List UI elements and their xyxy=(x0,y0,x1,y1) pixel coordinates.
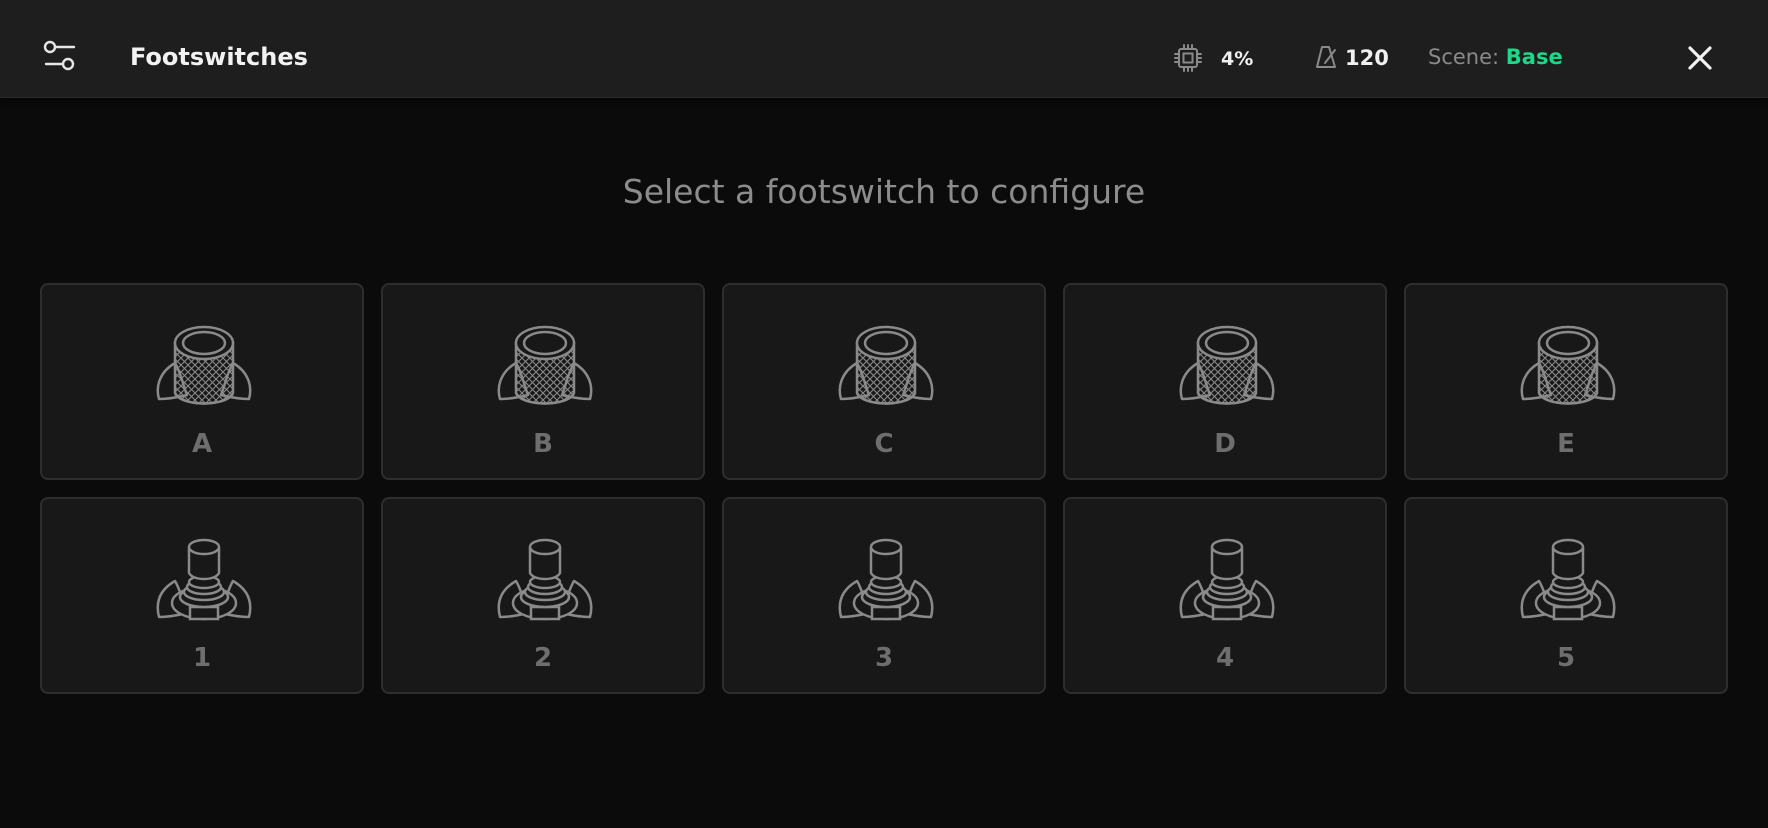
footswitch-label: D xyxy=(1214,429,1236,459)
footswitch-card-d[interactable]: D xyxy=(1063,283,1387,480)
knurled-footswitch-icon xyxy=(153,323,255,413)
knurled-footswitch-icon xyxy=(494,323,596,413)
cpu-usage-value: 4% xyxy=(1221,48,1254,70)
footswitch-card-c[interactable]: C xyxy=(722,283,1046,480)
instruction-text: Select a footswitch to configure xyxy=(622,172,1146,211)
scene-label: Scene: xyxy=(1428,45,1500,69)
footswitch-card-3[interactable]: 3 xyxy=(722,497,1046,694)
scene-indicator[interactable]: Scene: Base xyxy=(1428,43,1563,71)
stomp-footswitch-icon xyxy=(494,537,596,627)
metronome-icon xyxy=(1314,44,1338,70)
close-icon[interactable] xyxy=(1684,42,1716,74)
footswitch-label: 2 xyxy=(533,643,553,673)
knurled-footswitch-icon xyxy=(1517,323,1619,413)
footswitch-label: B xyxy=(533,429,553,459)
footswitch-card-5[interactable]: 5 xyxy=(1404,497,1728,694)
knurled-footswitch-icon xyxy=(1176,323,1278,413)
footswitch-label: 3 xyxy=(874,643,894,673)
tempo-bpm-value: 120 xyxy=(1345,46,1389,70)
footswitch-card-b[interactable]: B xyxy=(381,283,705,480)
footswitch-card-e[interactable]: E xyxy=(1404,283,1728,480)
footswitch-label: 1 xyxy=(192,643,212,673)
footswitch-card-4[interactable]: 4 xyxy=(1063,497,1387,694)
stomp-footswitch-icon xyxy=(1176,537,1278,627)
footswitch-card-1[interactable]: 1 xyxy=(40,497,364,694)
settings-sliders-icon[interactable] xyxy=(40,36,80,76)
stomp-footswitch-icon xyxy=(835,537,937,627)
footswitch-label: 5 xyxy=(1556,643,1576,673)
scene-value: Base xyxy=(1505,45,1563,69)
footswitch-label: E xyxy=(1557,429,1575,459)
footswitch-card-2[interactable]: 2 xyxy=(381,497,705,694)
page-title: Footswitches xyxy=(130,43,308,71)
top-bar: Footswitches 4% 120 Scene: Base xyxy=(0,0,1768,98)
footswitch-grid: A B C D E 1 2 3 4 5 xyxy=(40,283,1728,694)
cpu-chip-icon xyxy=(1172,42,1204,74)
knurled-footswitch-icon xyxy=(835,323,937,413)
footswitch-label: C xyxy=(874,429,894,459)
footswitch-card-a[interactable]: A xyxy=(40,283,364,480)
footswitch-label: 4 xyxy=(1215,643,1235,673)
footswitch-label: A xyxy=(191,429,213,459)
stomp-footswitch-icon xyxy=(1517,537,1619,627)
stomp-footswitch-icon xyxy=(153,537,255,627)
